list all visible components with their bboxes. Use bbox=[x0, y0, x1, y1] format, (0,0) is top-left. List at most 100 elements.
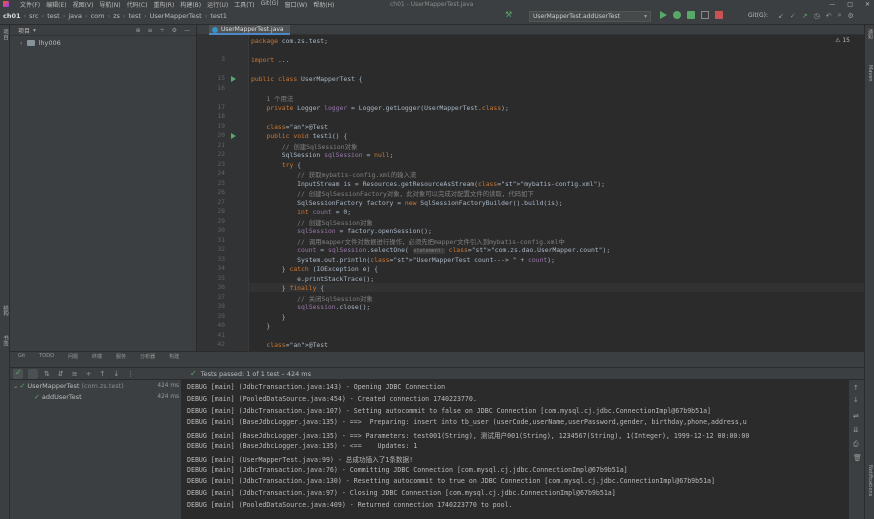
scroll-up-icon[interactable]: ↑ bbox=[853, 384, 859, 392]
tool-window-notifications[interactable]: 通知 bbox=[867, 29, 874, 39]
code-line: SqlSessionFactory factory = new SqlSessi… bbox=[251, 198, 563, 207]
line-number: 40 bbox=[217, 322, 225, 329]
breadcrumb-project[interactable]: ch01 bbox=[3, 12, 21, 20]
tool-window-notifications-en[interactable]: Notifications bbox=[867, 465, 873, 496]
code-line: } bbox=[251, 312, 286, 321]
test-tree-row[interactable]: ✓ addUserTest 424 ms bbox=[10, 392, 182, 402]
console-line: DEBUG [main] (JdbcTransaction.java:97) -… bbox=[187, 489, 616, 498]
tool-window-todo[interactable]: TODO bbox=[39, 353, 54, 359]
next-icon[interactable]: ↓ bbox=[113, 370, 119, 378]
run-configuration-select[interactable]: UserMapperTest.addUserTest ▾ bbox=[529, 11, 651, 22]
breadcrumb-test-pkg[interactable]: test bbox=[129, 12, 141, 20]
project-tree-root[interactable]: › lhy006 bbox=[10, 36, 196, 47]
code-line: // 关闭SqlSession对象 bbox=[251, 294, 373, 303]
code-line: SqlSession sqlSession = null; bbox=[251, 151, 394, 159]
code-line: public void test1() { bbox=[266, 132, 348, 140]
profile-icon[interactable] bbox=[701, 11, 709, 19]
test-status: ✓ Tests passed: 1 of 1 test – 424 ms bbox=[190, 369, 311, 378]
git-update-icon[interactable]: ↙ bbox=[778, 12, 784, 20]
tab-user-mapper-test[interactable]: UserMapperTest.java bbox=[209, 25, 290, 35]
history-icon[interactable]: ◷ bbox=[814, 12, 820, 20]
scroll-down-icon[interactable]: ↓ bbox=[853, 396, 859, 404]
tool-window-problems[interactable]: 问题 bbox=[68, 353, 78, 360]
collapse-all-icon[interactable]: ÷ bbox=[160, 27, 165, 34]
line-number: 26 bbox=[217, 189, 225, 196]
breadcrumb-java[interactable]: java bbox=[68, 12, 82, 20]
tool-window-maven[interactable]: Maven bbox=[867, 65, 873, 82]
line-number: 20 bbox=[217, 132, 225, 139]
line-number: 25 bbox=[217, 179, 225, 187]
run-gutter-icon[interactable] bbox=[231, 76, 236, 82]
tool-window-profiler[interactable]: 分析器 bbox=[140, 353, 155, 360]
console-output[interactable]: DEBUG [main] (JdbcTransaction.java:143) … bbox=[182, 380, 849, 519]
debug-icon[interactable] bbox=[673, 11, 681, 19]
git-commit-icon[interactable]: ✓ bbox=[790, 12, 796, 20]
run-icon[interactable] bbox=[660, 11, 667, 19]
code-line: class="an">@Test bbox=[266, 122, 328, 131]
line-number: 35 bbox=[217, 274, 225, 282]
search-icon[interactable]: ⌕ bbox=[838, 11, 842, 20]
show-passed-icon[interactable] bbox=[13, 368, 23, 379]
breadcrumb-com[interactable]: com bbox=[91, 12, 105, 20]
hide-icon[interactable]: — bbox=[184, 27, 190, 34]
line-number: 17 bbox=[217, 103, 225, 111]
line-number: 38 bbox=[217, 303, 225, 310]
line-number: 23 bbox=[217, 160, 225, 168]
tool-window-structure[interactable]: 结构 bbox=[1, 305, 9, 316]
code-editor[interactable]: ⚠ 15 package com.zs.test; import ... publi… bbox=[249, 35, 864, 351]
previous-icon[interactable]: ↑ bbox=[100, 370, 106, 378]
sort-alpha-icon[interactable]: ⇅ bbox=[44, 370, 50, 378]
expand-all-icon[interactable]: ≡ bbox=[72, 370, 78, 378]
coverage-icon[interactable] bbox=[687, 11, 695, 19]
bottom-tool-strip: Git TODO 问题 终端 服务 分析器 构建 bbox=[10, 351, 864, 360]
settings-icon[interactable]: ⚙ bbox=[848, 12, 854, 20]
scroll-to-end-icon[interactable]: ⇊ bbox=[853, 426, 859, 434]
locate-icon[interactable]: ⊕ bbox=[136, 27, 141, 34]
trash-icon[interactable]: 🗑 bbox=[853, 454, 862, 462]
code-line: import ... bbox=[251, 56, 290, 64]
git-push-icon[interactable]: ↗ bbox=[802, 12, 808, 20]
breadcrumb-zs[interactable]: zs bbox=[113, 12, 120, 20]
close-button[interactable]: ✕ bbox=[865, 1, 870, 8]
tool-window-terminal[interactable]: 终端 bbox=[92, 353, 102, 360]
tool-window-services[interactable]: 服务 bbox=[116, 353, 126, 360]
line-number: 22 bbox=[217, 151, 225, 158]
stop-icon[interactable] bbox=[715, 11, 723, 19]
breadcrumb-method[interactable]: test1 bbox=[210, 12, 227, 20]
line-number: 24 bbox=[217, 170, 225, 177]
show-ignored-icon[interactable] bbox=[28, 369, 38, 379]
tool-window-project[interactable]: 项目 bbox=[1, 29, 9, 40]
warnings-indicator[interactable]: ⚠ 15 bbox=[835, 37, 850, 44]
soft-wrap-icon[interactable]: ⇌ bbox=[853, 412, 859, 420]
chevron-right-icon[interactable]: › bbox=[20, 39, 23, 47]
console-line: DEBUG [main] (PooledDataSource.java:409)… bbox=[187, 501, 513, 509]
console-tools: ↑ ↓ ⇌ ⇊ ⎙ 🗑 bbox=[849, 380, 864, 519]
tool-window-build[interactable]: 构建 bbox=[169, 353, 179, 360]
expand-all-icon[interactable]: ≡ bbox=[148, 27, 153, 34]
more-icon[interactable]: ⋮ bbox=[127, 370, 134, 378]
code-line: public class UserMapperTest { bbox=[251, 75, 363, 83]
breadcrumb-test[interactable]: test bbox=[47, 12, 59, 20]
maximize-button[interactable]: □ bbox=[847, 1, 853, 8]
breadcrumb-src[interactable]: src bbox=[29, 12, 39, 20]
collapse-all-icon[interactable]: ÷ bbox=[86, 370, 92, 378]
code-line: // 创建SqlSession对象 bbox=[251, 218, 373, 227]
breadcrumb-class[interactable]: UserMapperTest bbox=[150, 12, 202, 20]
test-tree-row[interactable]: ⌄ ✓ UserMapperTest (com.zs.test) 424 ms bbox=[10, 381, 182, 391]
test-status-text: Tests passed: 1 of 1 test – 424 ms bbox=[200, 369, 312, 378]
minimize-button[interactable]: — bbox=[829, 1, 835, 8]
sort-duration-icon[interactable]: ⇵ bbox=[58, 370, 64, 378]
code-line: System.out.println(class="st">"UserMappe… bbox=[251, 255, 555, 264]
print-icon[interactable]: ⎙ bbox=[853, 440, 859, 449]
chevron-down-icon[interactable]: ⌄ bbox=[13, 382, 18, 390]
rollback-icon[interactable]: ↶ bbox=[826, 12, 832, 20]
line-number: 33 bbox=[217, 255, 225, 263]
project-panel-title[interactable]: 项目 bbox=[18, 26, 30, 35]
tool-window-bookmarks[interactable]: 书签 bbox=[1, 335, 9, 346]
build-hammer-icon[interactable]: ⚒ bbox=[505, 11, 513, 19]
run-gutter-icon[interactable] bbox=[231, 133, 236, 139]
chevron-down-icon[interactable]: ▾ bbox=[33, 27, 36, 34]
code-line: InputStream is = Resources.getResourceAs… bbox=[251, 179, 605, 188]
tool-window-git[interactable]: Git bbox=[18, 353, 25, 359]
gear-icon[interactable]: ⚙ bbox=[172, 27, 177, 34]
